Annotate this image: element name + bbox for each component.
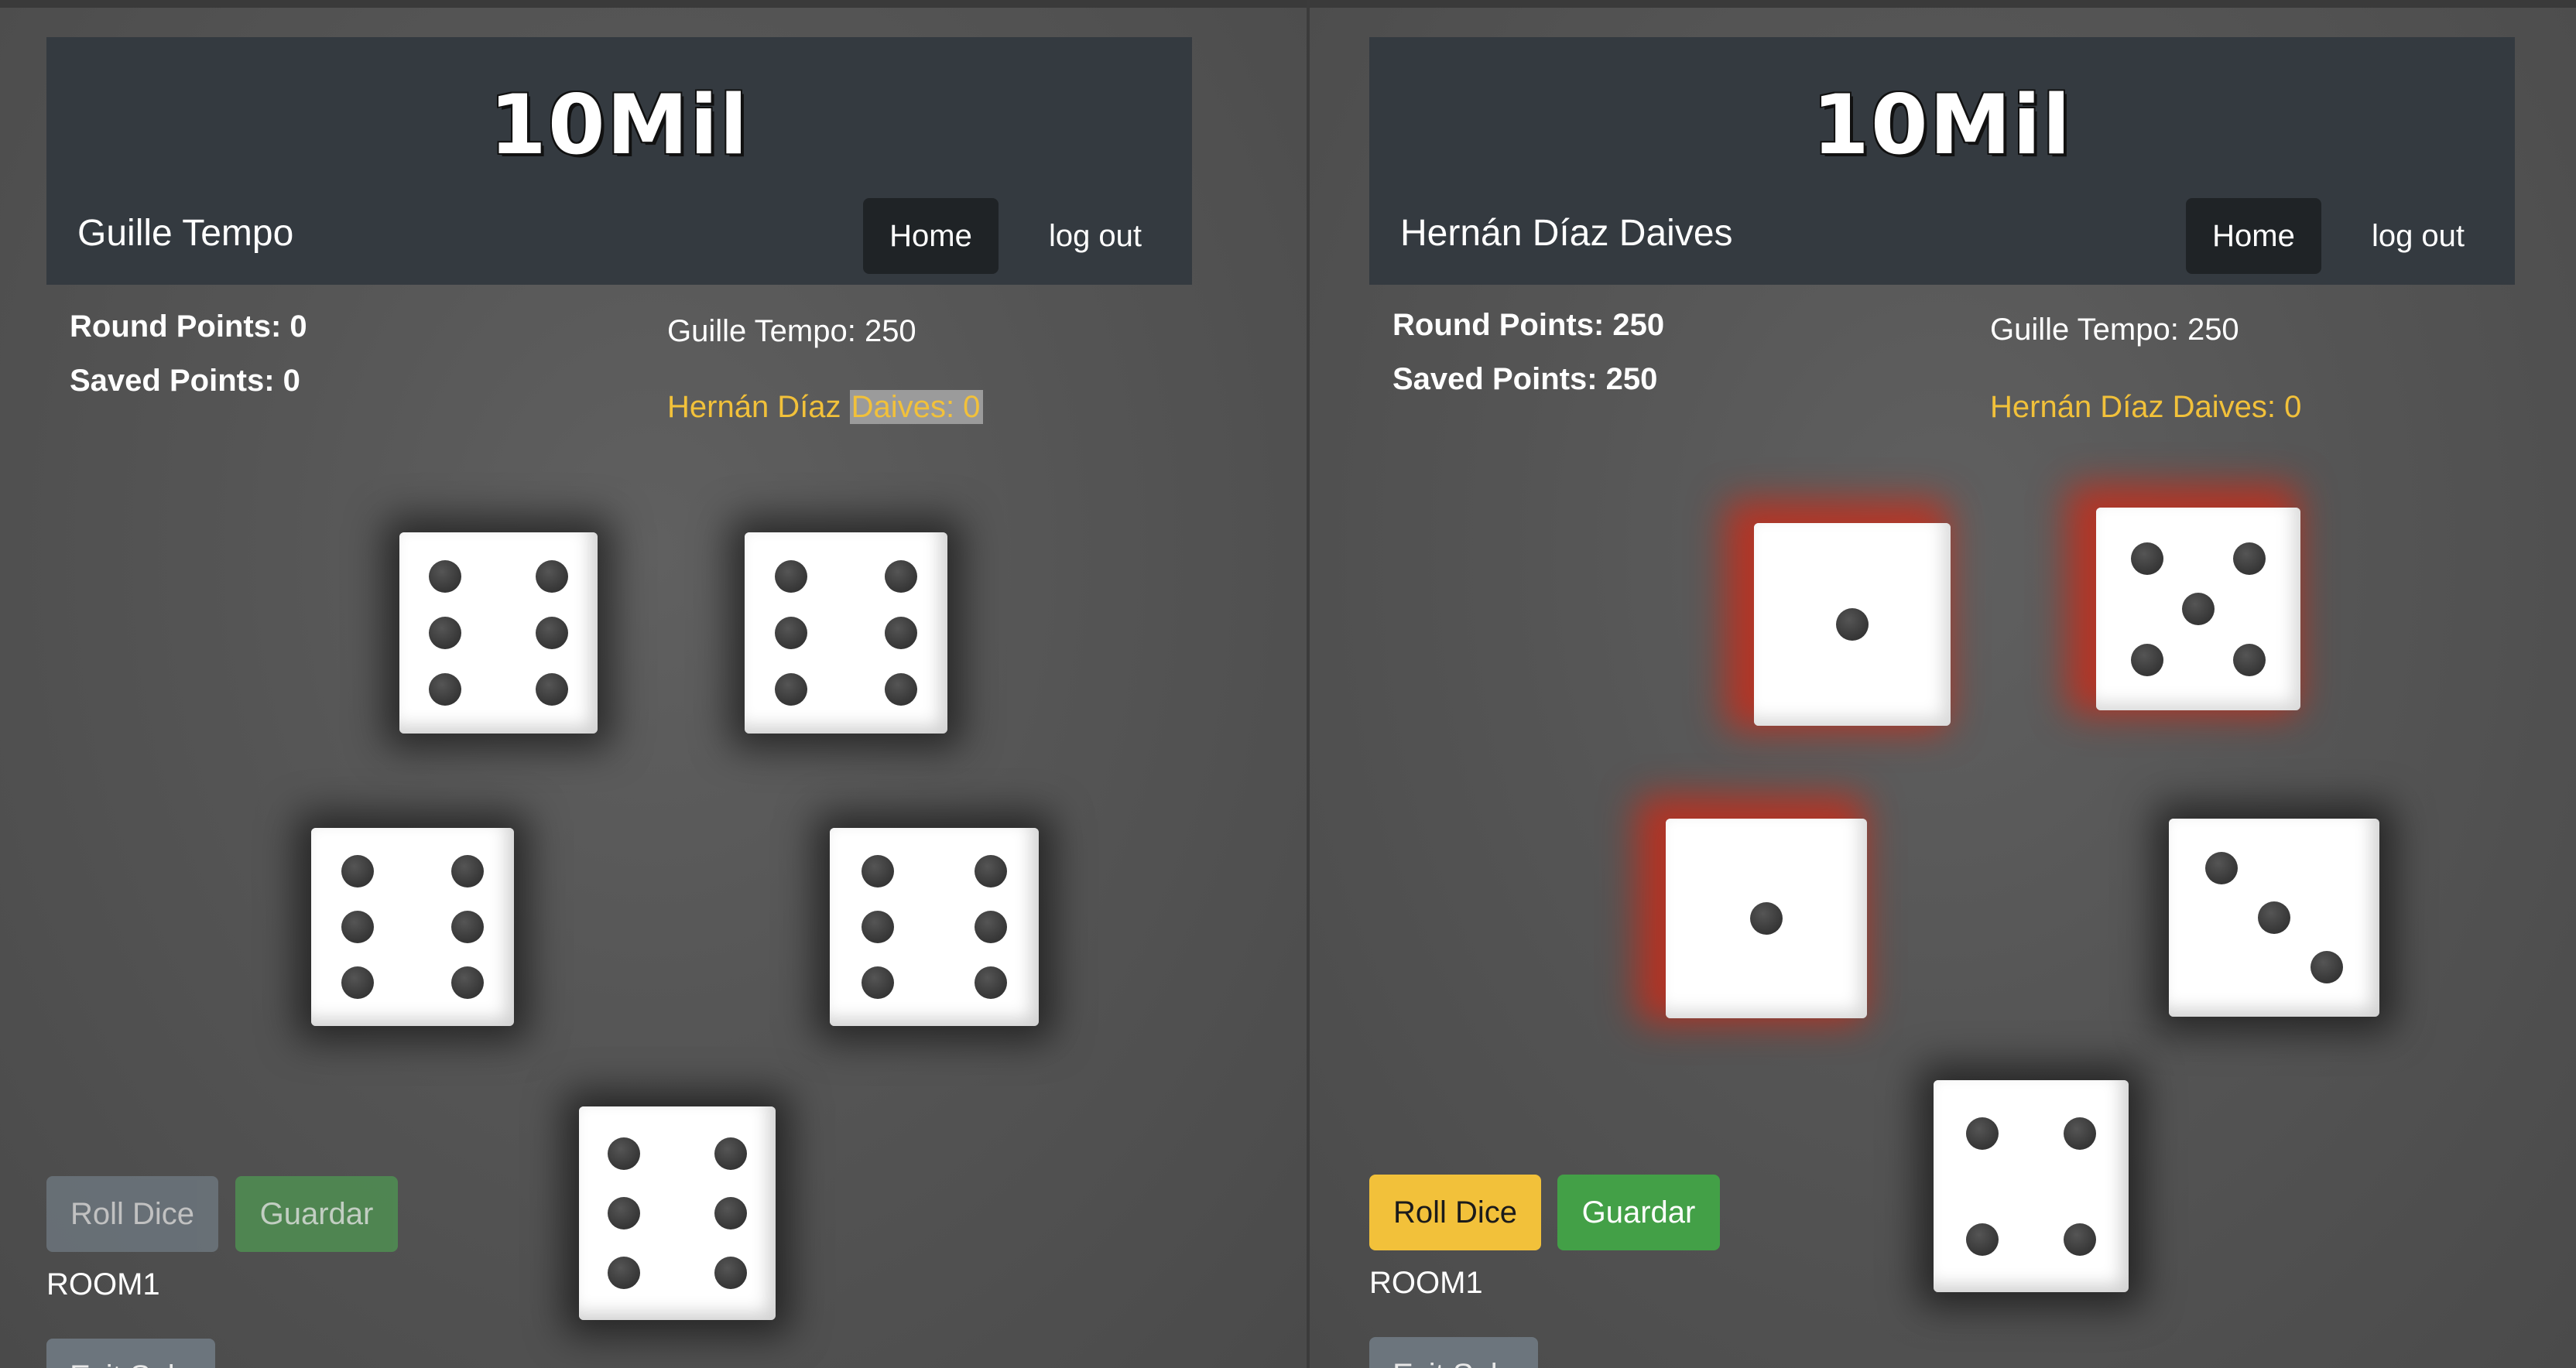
die-pip — [536, 617, 569, 649]
die-pip — [2182, 593, 2215, 625]
die-pip — [974, 911, 1007, 943]
app-logo: 10Mil — [1812, 77, 2072, 173]
die-pip — [2233, 643, 2266, 676]
exit-room-button[interactable]: Exit Sala — [46, 1339, 215, 1368]
room-name: ROOM1 — [1369, 1266, 1483, 1300]
die-pip — [714, 1197, 747, 1229]
die-pip — [974, 855, 1007, 888]
player-score-active: Hernán Díaz Daives: 0 — [1990, 390, 2302, 424]
logout-link[interactable]: log out — [1018, 198, 1173, 274]
left-game-window: 10Mil Guille Tempo Home log out Round Po… — [0, 8, 1307, 1368]
die-pip — [2311, 951, 2343, 983]
exit-room-button[interactable]: Exit Sala — [1369, 1337, 1538, 1368]
die-pip — [536, 672, 569, 706]
die-pip — [862, 966, 895, 999]
current-user-name: Guille Tempo — [77, 213, 294, 254]
roll-dice-button[interactable]: Roll Dice — [1369, 1175, 1541, 1250]
die-pip — [450, 966, 484, 999]
saved-points: Saved Points: 0 — [70, 364, 300, 398]
die-pip — [974, 966, 1007, 999]
player-score: Guille Tempo: 250 — [1990, 313, 2239, 347]
die-1[interactable] — [1754, 523, 1951, 726]
die-pip — [2258, 901, 2290, 934]
player-score: Guille Tempo: 250 — [667, 314, 916, 348]
die-pip — [884, 617, 917, 649]
window-top-edge — [0, 0, 2576, 8]
die-2[interactable] — [2096, 508, 2300, 710]
roll-dice-button[interactable]: Roll Dice — [46, 1176, 218, 1252]
app-logo: 10Mil — [489, 77, 749, 173]
die-pip — [2064, 1117, 2096, 1150]
die-pip — [341, 855, 375, 888]
die-pip — [608, 1137, 641, 1170]
die-pip — [2131, 542, 2163, 575]
current-user-name: Hernán Díaz Daives — [1400, 213, 1733, 254]
navbar: 10Mil Hernán Díaz Daives Home log out — [1369, 37, 2515, 285]
die-pip — [775, 672, 808, 706]
saved-points: Saved Points: 250 — [1392, 362, 1658, 396]
die-pip — [775, 617, 808, 649]
selected-text: Daives: 0 — [849, 390, 984, 424]
die-pip — [428, 560, 461, 593]
die-pip — [608, 1257, 641, 1290]
score-text: Hernán Díaz — [667, 390, 850, 424]
home-button[interactable]: Home — [2186, 198, 2321, 274]
die-pip — [1750, 902, 1783, 935]
die-pip — [1966, 1223, 1999, 1256]
die-pip — [2064, 1223, 2096, 1256]
die-3[interactable] — [311, 828, 514, 1026]
die-pip — [1836, 608, 1869, 641]
player-score-active: Hernán Díaz Daives: 0 — [667, 390, 984, 425]
die-pip — [862, 855, 895, 888]
right-game-window: 10Mil Hernán Díaz Daives Home log out Ro… — [1310, 8, 2576, 1368]
logout-link[interactable]: log out — [2341, 198, 2496, 274]
die-pip — [450, 911, 484, 943]
die-pip — [714, 1137, 747, 1170]
room-name: ROOM1 — [46, 1267, 160, 1301]
die-pip — [2233, 542, 2266, 575]
die-5[interactable] — [579, 1106, 776, 1320]
save-button[interactable]: Guardar — [235, 1176, 398, 1252]
die-pip — [2131, 643, 2163, 676]
die-2[interactable] — [745, 532, 947, 734]
die-pip — [884, 672, 917, 706]
home-button[interactable]: Home — [863, 198, 999, 274]
die-3[interactable] — [1666, 819, 1867, 1018]
die-pip — [608, 1197, 641, 1229]
die-pip — [714, 1257, 747, 1290]
die-pip — [862, 911, 895, 943]
round-points: Round Points: 0 — [70, 310, 307, 344]
die-4[interactable] — [830, 828, 1039, 1026]
die-pip — [1966, 1117, 1999, 1150]
die-pip — [428, 617, 461, 649]
navbar: 10Mil Guille Tempo Home log out — [46, 37, 1192, 285]
die-pip — [428, 672, 461, 706]
die-pip — [2205, 852, 2238, 884]
round-points: Round Points: 250 — [1392, 308, 1665, 342]
die-1[interactable] — [399, 532, 598, 734]
die-pip — [536, 560, 569, 593]
save-button[interactable]: Guardar — [1557, 1175, 1720, 1250]
die-pip — [341, 911, 375, 943]
die-4[interactable] — [2169, 819, 2379, 1017]
die-pip — [450, 855, 484, 888]
die-pip — [775, 560, 808, 593]
die-pip — [341, 966, 375, 999]
die-pip — [884, 560, 917, 593]
